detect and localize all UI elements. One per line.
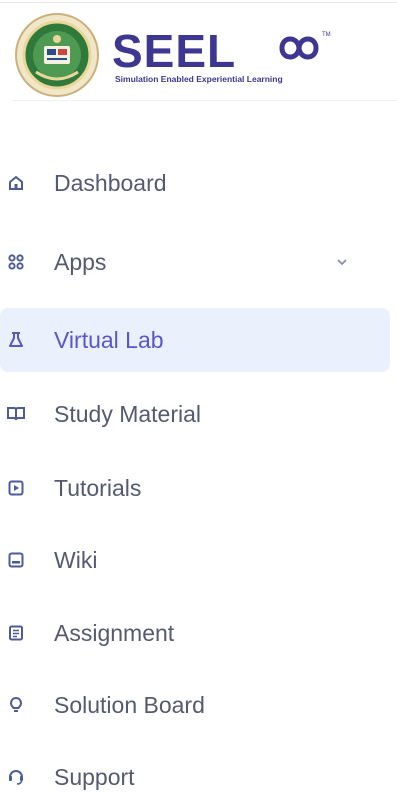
- svg-text:TM: TM: [322, 32, 331, 38]
- sidebar-item-virtual-lab[interactable]: Virtual Lab: [0, 308, 390, 372]
- sidebar-item-assignment[interactable]: Assignment: [0, 601, 390, 665]
- brand-header[interactable]: SEEL TM Simulation Enabled Experiential …: [12, 10, 397, 101]
- sidebar-item-label: Tutorials: [54, 474, 142, 501]
- sidebar-item-tutorials[interactable]: Tutorials: [0, 456, 390, 520]
- home-icon: [6, 173, 26, 193]
- logo-tagline: Simulation Enabled Experiential Learning: [115, 74, 283, 84]
- support-icon: [6, 767, 26, 787]
- flask-icon: [6, 330, 26, 350]
- infinity-logo-icon: TM: [279, 32, 331, 60]
- wiki-book-icon: [6, 550, 26, 570]
- sidebar-item-label: Assignment: [54, 619, 175, 646]
- sidebar-item-wiki[interactable]: Wiki: [0, 528, 390, 592]
- logo-wordmark: SEEL: [112, 25, 237, 77]
- play-square-icon: [6, 478, 26, 498]
- document-icon: [6, 623, 26, 643]
- lightbulb-icon: [6, 695, 26, 715]
- sidebar-item-label: Solution Board: [54, 691, 205, 718]
- university-seal-logo: [15, 13, 99, 97]
- chevron-down-icon[interactable]: [336, 256, 348, 268]
- sidebar-item-label: Virtual Lab: [54, 326, 164, 353]
- sidebar-item-label: Support: [54, 763, 135, 790]
- sidebar-item-label: Study Material: [54, 400, 202, 427]
- sidebar-item-label: Apps: [54, 248, 107, 275]
- sidebar-item-solution-board[interactable]: Solution Board: [0, 673, 390, 737]
- sidebar-item-apps[interactable]: Apps: [0, 230, 390, 294]
- sidebar-item-dashboard[interactable]: Dashboard: [0, 151, 390, 215]
- sidebar-item-label: Dashboard: [54, 169, 167, 196]
- book-open-icon: [6, 404, 26, 424]
- top-divider: [0, 2, 397, 3]
- apps-grid-icon: [6, 252, 26, 272]
- sidebar-item-support[interactable]: Support: [0, 745, 390, 809]
- sidebar-item-study-material[interactable]: Study Material: [0, 382, 390, 446]
- sidebar-item-label: Wiki: [54, 546, 98, 573]
